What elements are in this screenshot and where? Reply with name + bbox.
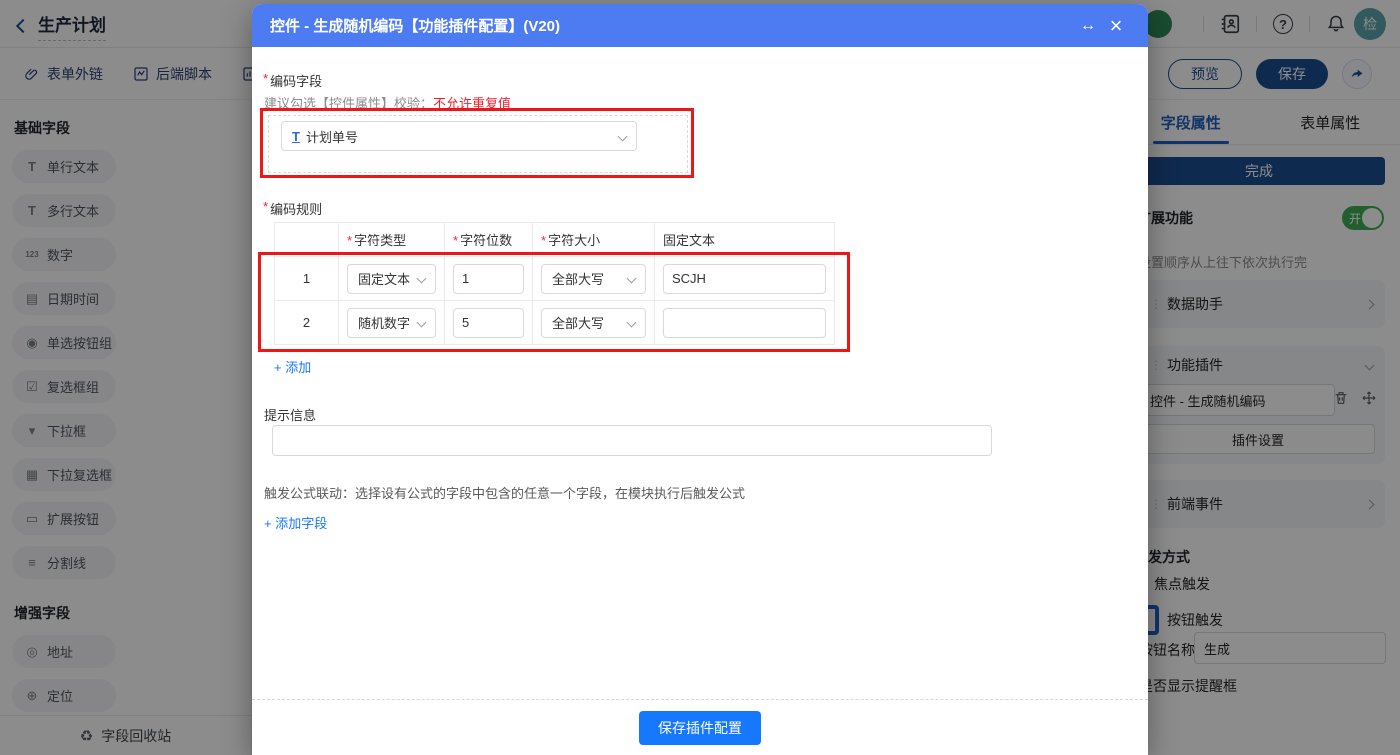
code-rule-label: * 编码规则 <box>263 199 323 217</box>
char-digits-input[interactable] <box>453 307 524 338</box>
modal-header: 控件 - 生成随机编码【功能插件配置】(V20) ↔ × <box>252 4 1148 47</box>
col-char-type: * 字符类型 <box>338 222 445 257</box>
close-icon[interactable]: × <box>1102 14 1130 37</box>
code-field-hint: 建议勾选【控件属性】校验： 不允许重复值 <box>264 96 512 111</box>
char-type-select[interactable]: 随机数字 <box>347 307 436 338</box>
col-index <box>274 222 339 257</box>
table-header-row: * 字符类型 * 字符位数 * 字符大小 固定文本 <box>274 222 835 257</box>
code-rule-table: *字符类型 *字符位数 *字符大小 固定文本 1 固定文本 全部大写 2 随机数… <box>274 222 835 345</box>
add-field-link[interactable]: + 添加字段 <box>264 513 327 532</box>
chevron-down-icon <box>626 317 637 328</box>
screen: 生产计划 ? 检 表单外链 后端脚本 预览 保存 基础字段 T 单行文本 T 多… <box>0 0 1400 755</box>
char-digits-input[interactable] <box>453 263 524 294</box>
chevron-down-icon <box>626 273 637 284</box>
add-rule-link[interactable]: + 添加 <box>274 357 311 376</box>
tip-label: 提示信息 <box>264 408 317 423</box>
char-case-select[interactable]: 全部大写 <box>541 263 646 294</box>
code-field-label: * 编码字段 <box>263 71 323 89</box>
col-char-case: * 字符大小 <box>532 222 655 257</box>
formula-trigger-note: 触发公式联动：选择设有公式的字段中包含的任意一个字段，在模块执行后触发公式 <box>264 486 746 501</box>
text-field-icon: T <box>292 128 300 144</box>
modal-body: * 编码字段 建议勾选【控件属性】校验： 不允许重复值 T 计划单号 * 编码规… <box>252 47 1148 755</box>
plugin-config-modal: 控件 - 生成随机编码【功能插件配置】(V20) ↔ × * 编码字段 建议勾选… <box>252 4 1148 755</box>
char-type-select[interactable]: 固定文本 <box>347 263 436 294</box>
chevron-down-icon <box>416 317 427 328</box>
save-plugin-config-button[interactable]: 保存插件配置 <box>639 711 761 745</box>
table-row: 2 随机数字 全部大写 <box>274 300 835 345</box>
row-index: 2 <box>274 300 339 345</box>
char-case-select[interactable]: 全部大写 <box>541 307 646 338</box>
code-field-select[interactable]: T 计划单号 <box>281 121 637 151</box>
chevron-down-icon <box>617 131 628 141</box>
col-fixed-text: 固定文本 <box>654 222 835 257</box>
chevron-down-icon <box>416 273 427 284</box>
fixed-text-input[interactable] <box>663 307 826 338</box>
tip-input[interactable] <box>272 425 992 456</box>
table-row: 1 固定文本 全部大写 <box>274 256 835 301</box>
resize-horizontal-icon[interactable]: ↔ <box>1074 17 1102 35</box>
modal-title: 控件 - 生成随机编码【功能插件配置】(V20) <box>270 18 561 35</box>
fixed-text-input[interactable] <box>663 263 826 294</box>
col-char-digits: * 字符位数 <box>444 222 533 257</box>
modal-footer: 保存插件配置 <box>252 699 1148 755</box>
row-index: 1 <box>274 256 339 301</box>
